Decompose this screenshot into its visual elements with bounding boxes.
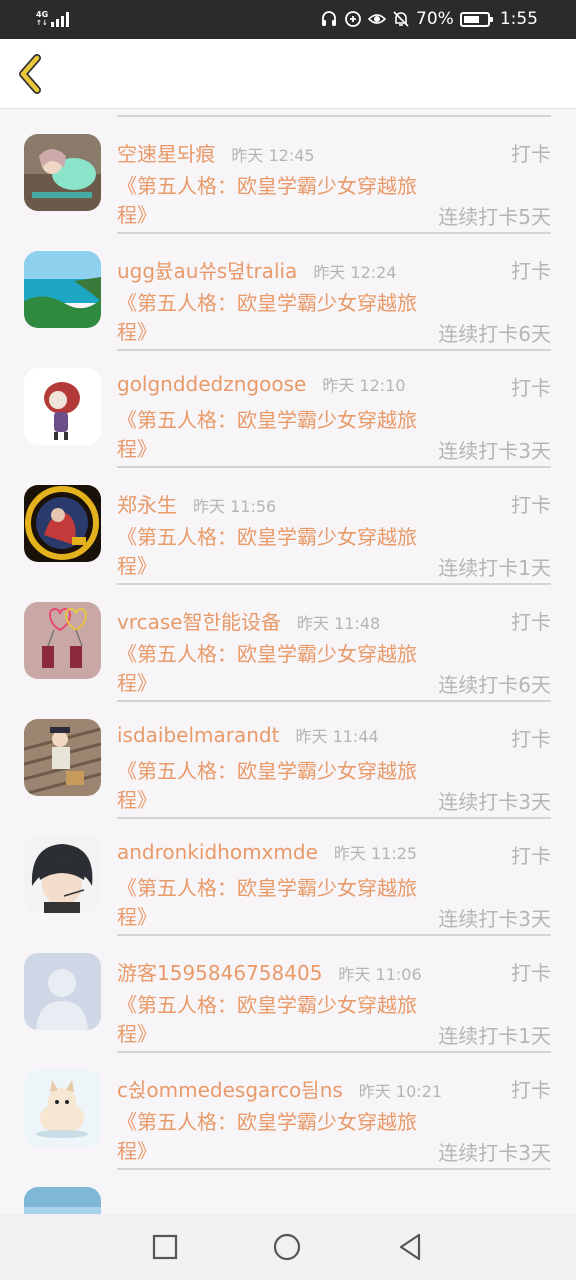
username[interactable]: 空速星돠痕 — [117, 138, 215, 167]
checkin-tag: 打卡 — [511, 259, 551, 283]
username[interactable]: golgnddedzngoose — [117, 372, 306, 396]
post-time: 昨天 12:10 — [322, 376, 406, 395]
signal-icon — [51, 11, 70, 27]
list-item[interactable] — [0, 1153, 576, 1214]
list-item[interactable]: golgnddedzngoose 昨天 12:10 打卡 《第五人格：欧皇学霸少女穿越… — [0, 334, 576, 468]
battery-percent: 70% — [416, 9, 454, 29]
avatar[interactable] — [24, 368, 101, 445]
checkin-tag: 打卡 — [511, 610, 551, 634]
list-item[interactable]: c쉱ommedesgarco딈ns 昨天 10:21 打卡 《第五人格：欧皇学霸少女穿… — [0, 1036, 576, 1170]
username[interactable]: isdaibelmarandt — [117, 723, 279, 747]
user-line: andronkidhomxmde 昨天 11:25 — [117, 840, 417, 870]
user-line: c쉱ommedesgarco딈ns 昨天 10:21 — [117, 1074, 442, 1104]
username[interactable]: vrcase智한能设备 — [117, 606, 281, 635]
headset-icon — [322, 11, 337, 26]
system-nav-bar — [0, 1214, 576, 1280]
user-line: 空速星돠痕 昨天 12:45 — [117, 138, 315, 168]
user-line: golgnddedzngoose 昨天 12:10 — [117, 372, 406, 402]
user-line: vrcase智한能设备 昨天 11:48 — [117, 606, 380, 636]
post-time: 昨天 11:44 — [295, 727, 379, 746]
status-bar: 4G ↑↓ 70% 1:55 — [0, 0, 576, 39]
circle-icon[interactable] — [272, 1232, 302, 1262]
checkin-tag: 打卡 — [511, 727, 551, 751]
list-item[interactable]: 郑永生 昨天 11:56 打卡 《第五人格：欧皇学霸少女穿越旅程》 连续打卡1天 — [0, 451, 576, 585]
checkin-tag: 打卡 — [511, 844, 551, 868]
post-time: 昨天 12:45 — [231, 146, 315, 165]
list-item[interactable]: isdaibelmarandt 昨天 11:44 打卡 《第五人格：欧皇学霸少女穿越旅… — [0, 685, 576, 819]
username[interactable]: ugg뷼au쓔s뎦tralia — [117, 255, 297, 284]
square-icon[interactable] — [150, 1232, 180, 1262]
checkin-tag: 打卡 — [511, 142, 551, 166]
battery-icon — [459, 11, 493, 27]
list-item[interactable]: vrcase智한能设备 昨天 11:48 打卡 《第五人格：欧皇学霸少女穿越旅程》 连续… — [0, 568, 576, 702]
checkin-tag: 打卡 — [511, 1078, 551, 1102]
user-line: ugg뷼au쓔s뎦tralia 昨天 12:24 — [117, 255, 397, 285]
post-time: 昨天 11:06 — [338, 965, 422, 984]
app-header — [0, 39, 576, 109]
avatar[interactable] — [24, 1070, 101, 1147]
post-time: 昨天 12:24 — [313, 263, 397, 282]
avatar[interactable] — [24, 953, 101, 1030]
list-item[interactable]: 空速星돠痕 昨天 12:45 打卡 《第五人格：欧皇学霸少女穿越旅程》 连续打卡5天 — [0, 109, 576, 234]
bell-off-icon — [393, 11, 409, 27]
list-item[interactable]: andronkidhomxmde 昨天 11:25 打卡 《第五人格：欧皇学霸少女穿越… — [0, 802, 576, 936]
post-time: 昨天 11:56 — [193, 497, 277, 516]
checkin-tag: 打卡 — [511, 493, 551, 517]
data-saver-icon — [345, 11, 361, 27]
checkin-tag: 打卡 — [511, 376, 551, 400]
network-type: 4G ↑↓ — [36, 10, 49, 27]
username[interactable]: c쉱ommedesgarco딈ns — [117, 1074, 343, 1103]
post-time: 昨天 10:21 — [358, 1082, 442, 1101]
user-line: 郑永生 昨天 11:56 — [117, 489, 276, 519]
list-item[interactable]: 游客1595846758405 昨天 11:06 打卡 《第五人格：欧皇学霸少女穿越旅… — [0, 919, 576, 1053]
checkin-tag: 打卡 — [511, 961, 551, 985]
avatar[interactable] — [24, 485, 101, 562]
chevron-left-icon — [19, 54, 41, 94]
user-line: 游客1595846758405 昨天 11:06 — [117, 957, 422, 987]
username[interactable]: 郑永生 — [117, 489, 177, 518]
network-indicator: 4G ↑↓ — [36, 6, 70, 32]
username[interactable]: 游客1595846758405 — [117, 957, 322, 986]
back-button[interactable] — [10, 51, 50, 97]
avatar[interactable] — [24, 134, 101, 211]
clock: 1:55 — [499, 9, 538, 29]
avatar[interactable] — [24, 251, 101, 328]
triangle-back-icon[interactable] — [395, 1232, 425, 1262]
avatar[interactable] — [24, 719, 101, 796]
avatar[interactable] — [24, 836, 101, 913]
checkin-list[interactable]: 越旅程》连续打卡2天空速星돠痕昨天 12:45打卡《第五人格：欧皇学霸少女穿越旅… — [0, 109, 576, 1214]
username[interactable]: andronkidhomxmde — [117, 840, 318, 864]
avatar[interactable] — [24, 1187, 101, 1214]
post-time: 昨天 11:25 — [333, 844, 418, 863]
post-time: 昨天 11:48 — [297, 614, 381, 633]
avatar[interactable] — [24, 602, 101, 679]
eye-icon — [368, 14, 387, 24]
user-line: isdaibelmarandt 昨天 11:44 — [117, 723, 379, 753]
list-item[interactable]: ugg뷼au쓔s뎦tralia 昨天 12:24 打卡 《第五人格：欧皇学霸少女穿越旅… — [0, 217, 576, 351]
